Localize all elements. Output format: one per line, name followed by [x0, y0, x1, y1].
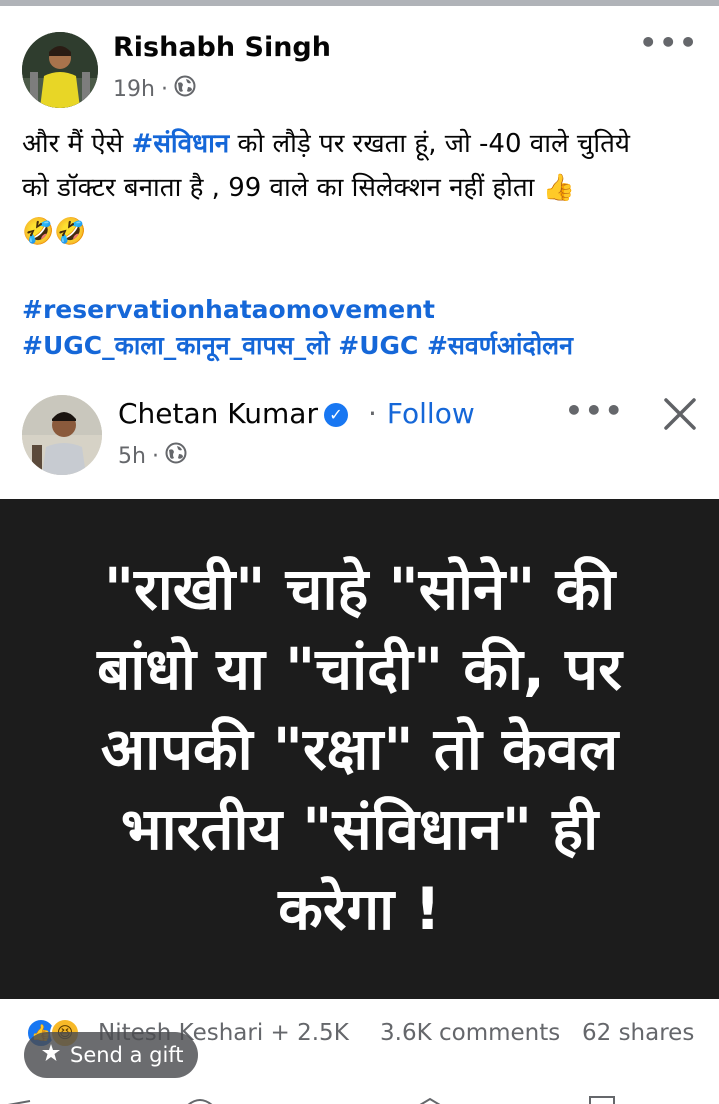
post-time[interactable]: 19h	[113, 77, 155, 102]
author-name[interactable]: Rishabh Singh	[113, 32, 331, 63]
send-gift-label: Send a gift	[70, 1043, 184, 1067]
comments-count[interactable]: 3.6K comments	[380, 1020, 560, 1046]
globe-icon	[174, 75, 196, 103]
follow-button[interactable]: Follow	[387, 397, 475, 430]
close-icon[interactable]	[660, 394, 700, 434]
more-options-icon[interactable]: •••	[639, 26, 699, 59]
action-bar-edge	[0, 1090, 719, 1104]
meta-separator: ·	[160, 76, 168, 102]
follow-wrap: · Follow	[368, 397, 475, 430]
avatar[interactable]	[22, 32, 98, 108]
send-gift-button[interactable]: Send a gift	[24, 1032, 198, 1078]
hashtags: #reservationhataomovement #UGC_काला_कानू…	[22, 292, 712, 364]
meta-separator: ·	[151, 443, 159, 469]
shares-count[interactable]: 62 shares	[582, 1020, 694, 1046]
post-meta: 19h ·	[113, 75, 196, 103]
gift-icon	[40, 1042, 62, 1069]
shared-post-meta: 5h ·	[118, 442, 187, 470]
hashtag-link[interactable]: #संविधान	[132, 129, 230, 159]
verified-badge-icon: ✓	[323, 403, 348, 427]
shared-author-name[interactable]: Chetan Kumar ✓	[118, 397, 348, 430]
top-divider	[0, 0, 719, 6]
more-options-icon[interactable]: •••	[565, 394, 625, 427]
post-text-segment: को लौड़े पर रखता हूं, जो -40 वाले चुतिये	[229, 129, 631, 159]
globe-icon	[165, 442, 187, 470]
quote-image[interactable]: "राखी" चाहे "सोने" की बांधो या "चांदी" क…	[0, 499, 719, 999]
hashtag-link[interactable]: #UGC_काला_कानून_वापस_लो #UGC #सवर्णआंदोल…	[22, 328, 712, 364]
avatar[interactable]	[22, 395, 102, 475]
shared-author-label[interactable]: Chetan Kumar	[118, 397, 318, 430]
post-text-segment: और मैं ऐसे	[22, 129, 132, 159]
hashtag-link[interactable]: #reservationhataomovement	[22, 292, 712, 328]
emoji-line: 🤣🤣	[22, 217, 87, 247]
follow-separator: ·	[368, 397, 377, 430]
post-header: Rishabh Singh 19h · •••	[0, 22, 719, 112]
post-text-line: और मैं ऐसे #संविधान को लौड़े पर रखता हूं…	[22, 122, 702, 166]
shared-post-header: Chetan Kumar ✓ · Follow 5h · •••	[0, 394, 719, 484]
post-text-line: को डॉक्टर बनाता है , 99 वाले का सिलेक्शन…	[22, 173, 576, 203]
shared-post-time[interactable]: 5h	[118, 444, 146, 469]
post-body: और मैं ऐसे #संविधान को लौड़े पर रखता हूं…	[22, 122, 702, 254]
quote-text: "राखी" चाहे "सोने" की बांधो या "चांदी" क…	[97, 555, 622, 943]
